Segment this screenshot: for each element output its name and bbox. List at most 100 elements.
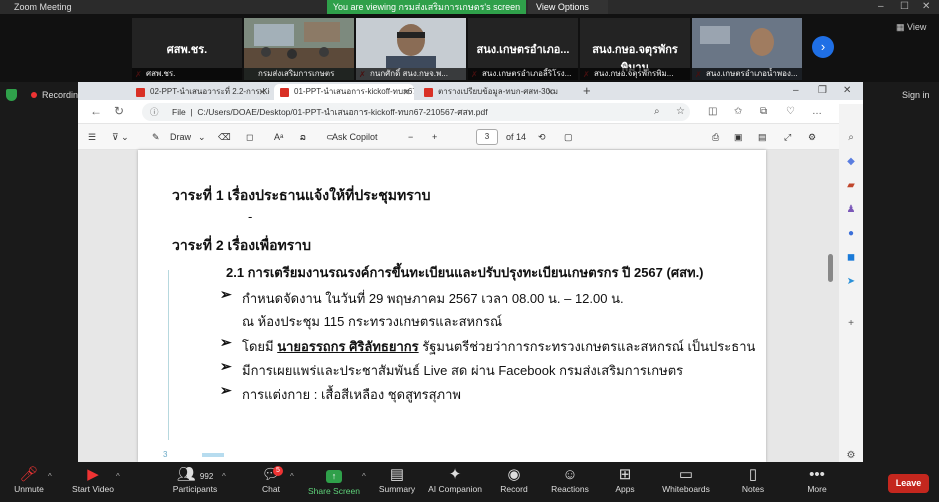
new-tab-icon[interactable]: + xyxy=(583,83,591,98)
video-tile[interactable]: สนง.เกษตรอำเภอ... ✗ สนง.เกษตรอำเภอลี้ริโ… xyxy=(468,18,578,80)
zoom-icon[interactable]: ⌕ xyxy=(654,106,660,117)
favorite-star-icon[interactable]: ☆ xyxy=(676,106,685,117)
chevron-up-icon[interactable]: ^ xyxy=(222,472,226,481)
browser-tab[interactable]: 02-PPT-นำเสนอวาระที่ 2.2-การ-Kick... ✕ xyxy=(130,84,270,100)
browser-tab[interactable]: ตารางเปรียบข้อมูล-ทบก-ศสท-30เมย67... ✕ xyxy=(418,84,558,100)
summary-icon: ▤ xyxy=(389,466,405,483)
sign-in-link[interactable]: Sign in xyxy=(902,90,930,100)
more-menu-icon[interactable]: … xyxy=(812,106,822,117)
bullet-chair: โดยมี นายอรรถกร ศิริลัทธยากร รัฐมนตรีช่ว… xyxy=(242,336,755,357)
tile-name-label: สนง.เกษตรอำเภอลี้ริโรง... xyxy=(468,68,578,80)
fit-page-icon[interactable]: ▢ xyxy=(564,132,573,143)
video-tile[interactable]: สนง.กษอ.จตุรพักรพิมาน ✗ สนง.กษอ.จตุรพักร… xyxy=(580,18,690,80)
ask-copilot-button[interactable]: Ask Copilot xyxy=(332,132,378,142)
restore-icon[interactable]: ❐ xyxy=(818,85,827,96)
pdf-icon xyxy=(280,88,289,97)
office-icon[interactable]: ● xyxy=(845,228,857,240)
back-icon[interactable]: ← xyxy=(90,104,102,118)
view-pages-icon[interactable]: ◻ xyxy=(246,132,253,143)
browser-tab-active[interactable]: 01-PPT-นำเสนอการ-kickoff-ทบก67... ✕ xyxy=(274,84,414,100)
url-prefix: File xyxy=(172,107,186,117)
reactions-button[interactable]: ☺ Reactions xyxy=(548,462,592,502)
participants-button[interactable]: 👥︎ 992 Participants xyxy=(170,462,220,502)
refresh-icon[interactable]: ↻ xyxy=(114,104,124,118)
whiteboards-label: Whiteboards xyxy=(662,484,710,494)
video-tile[interactable]: ศสพ.ชร. ✗ ศสพ.ชร. xyxy=(132,18,242,80)
zoom-in-icon[interactable]: + xyxy=(432,132,437,142)
contents-icon[interactable]: ☰ xyxy=(88,132,96,143)
save-icon[interactable]: ▣ xyxy=(734,132,743,143)
settings-gear-icon[interactable]: ⚙ xyxy=(808,132,816,143)
notes-icon: ▯ xyxy=(748,466,758,483)
text-icon[interactable]: Aᵃ xyxy=(274,132,283,142)
chat-badge: 5 xyxy=(273,466,283,476)
apps-button[interactable]: ⊞ Apps xyxy=(610,462,640,502)
chevron-down-icon[interactable]: ⌄ xyxy=(198,132,206,143)
summary-button[interactable]: ▤ Summary xyxy=(374,462,420,502)
close-tab-icon[interactable]: ✕ xyxy=(258,84,266,100)
rotate-icon[interactable]: ⟲ xyxy=(538,132,546,143)
view-options-button[interactable]: View Options ⌄ xyxy=(528,0,608,26)
browser-essentials-icon[interactable]: ♡ xyxy=(786,106,795,117)
chevron-up-icon[interactable]: ^ xyxy=(290,472,294,481)
translate-icon[interactable]: ລ xyxy=(300,132,306,143)
unmute-label: Unmute xyxy=(14,484,44,494)
chair-prefix: โดยมี xyxy=(242,339,278,354)
view-button[interactable]: ▦ View xyxy=(896,22,926,33)
save-as-icon[interactable]: ▤ xyxy=(758,132,767,143)
ai-companion-button[interactable]: ✦ AI Companion xyxy=(426,462,484,502)
tab-title: ตารางเปรียบข้อมูล-ทบก-ศสท-30เมย67... xyxy=(438,87,558,96)
people-icon[interactable]: ♟ xyxy=(845,204,857,216)
more-button[interactable]: ••• More xyxy=(802,462,832,502)
fullscreen-icon[interactable]: ⤢ xyxy=(784,132,791,143)
draw-pen-icon[interactable]: ✎ xyxy=(152,132,160,143)
filter-icon[interactable]: ⊽ ⌄ xyxy=(112,132,129,143)
page-number-input[interactable]: 3 xyxy=(476,129,498,145)
tag-icon[interactable]: ◆ xyxy=(845,156,857,168)
close-tab-icon[interactable]: ✕ xyxy=(546,84,554,100)
recording-indicator[interactable]: Recording xyxy=(0,86,83,104)
chevron-up-icon[interactable]: ^ xyxy=(48,472,52,481)
dash-text: - xyxy=(248,209,253,224)
zoom-out-icon[interactable]: − xyxy=(408,132,413,142)
bullet-arrow-icon: ➢ xyxy=(220,382,232,398)
maximize-icon[interactable]: ☐ xyxy=(900,1,909,12)
collections-icon[interactable]: ⧉ xyxy=(760,106,767,117)
close-window-icon[interactable]: ✕ xyxy=(843,85,851,96)
video-tile-person[interactable]: ✗ สนง.เกษตรอำเภอน้ำพอง... xyxy=(692,18,802,80)
tab-title: 02-PPT-นำเสนอวาระที่ 2.2-การ-Kick... xyxy=(150,87,270,96)
favorites-icon[interactable]: ✩ xyxy=(734,106,742,117)
video-tile-person[interactable]: ✗ กนกศักดิ์ สนง.กษจ.พ... xyxy=(356,18,466,80)
split-screen-icon[interactable]: ◫ xyxy=(708,106,717,117)
draw-button[interactable]: Draw xyxy=(170,132,191,142)
outlook-icon[interactable]: ◼ xyxy=(845,252,857,264)
video-tile-meeting-room[interactable]: กรมส่งเสริมการเกษตร xyxy=(244,18,354,80)
notes-button[interactable]: ▯ Notes xyxy=(738,462,768,502)
notes-label: Notes xyxy=(741,484,765,494)
scrollbar[interactable] xyxy=(828,254,833,282)
next-page-arrow-icon[interactable]: › xyxy=(812,36,834,58)
ai-companion-label: AI Companion xyxy=(428,484,482,494)
whiteboards-button[interactable]: ▭ Whiteboards xyxy=(658,462,714,502)
eraser-icon[interactable]: ⌫ xyxy=(218,132,231,143)
minimize-icon[interactable]: – xyxy=(793,85,799,96)
start-video-button[interactable]: ▶︎ Start Video xyxy=(70,462,116,502)
print-icon[interactable]: ⎙ xyxy=(712,132,719,143)
toolbox-icon[interactable]: ▰ xyxy=(845,180,857,192)
leave-button[interactable]: Leave xyxy=(888,474,929,493)
close-icon[interactable]: ✕ xyxy=(922,1,930,12)
send-icon[interactable]: ➤ xyxy=(845,276,857,288)
url-input[interactable]: ⓘ File | C:/Users/DOAE/Desktop/01-PPT-นำ… xyxy=(142,103,690,121)
minimize-icon[interactable]: – xyxy=(878,1,884,12)
unmute-button[interactable]: 🎤︎ Unmute xyxy=(10,462,48,502)
search-icon[interactable]: ⌕ xyxy=(845,132,857,144)
close-tab-icon[interactable]: ✕ xyxy=(402,84,410,100)
pdf-viewer[interactable]: วาระที่ 1 เรื่องประธานแจ้งให้ที่ประชุมทร… xyxy=(78,150,863,462)
record-button[interactable]: ◉ Record xyxy=(496,462,532,502)
bullet-arrow-icon: ➢ xyxy=(220,358,232,374)
chevron-up-icon[interactable]: ^ xyxy=(116,472,120,481)
add-icon[interactable]: + xyxy=(845,318,857,330)
sidebar-settings-icon[interactable]: ⚙ xyxy=(845,450,857,462)
chevron-up-icon[interactable]: ^ xyxy=(362,472,366,481)
share-screen-button[interactable]: ↑ Share Screen xyxy=(306,462,362,502)
